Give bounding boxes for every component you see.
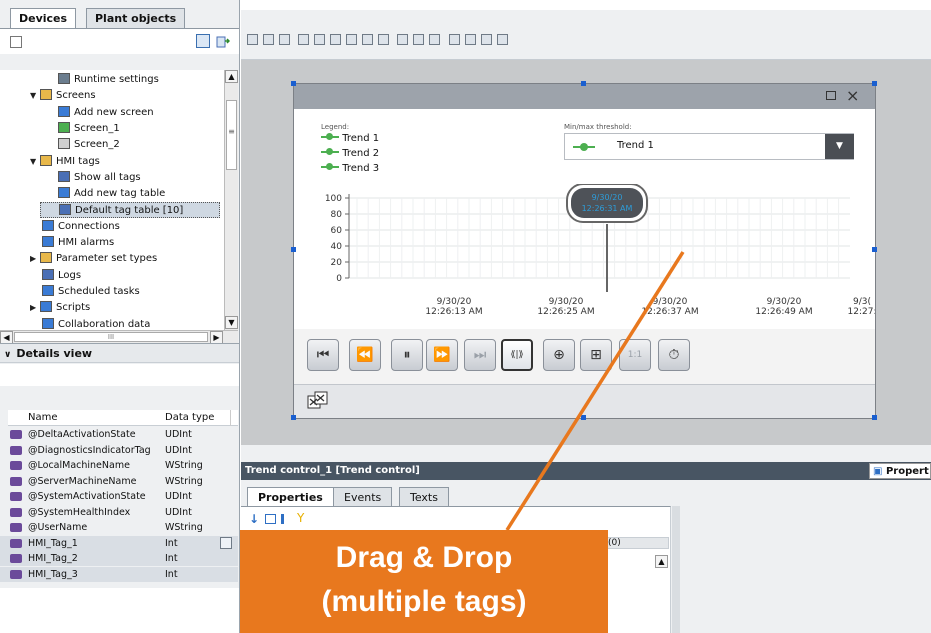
drag-drop-callout: Drag & Drop (multiple tags) — [240, 530, 608, 633]
callout-line-1: Drag & Drop — [335, 541, 513, 574]
callout-line-2: (multiple tags) — [321, 585, 527, 618]
